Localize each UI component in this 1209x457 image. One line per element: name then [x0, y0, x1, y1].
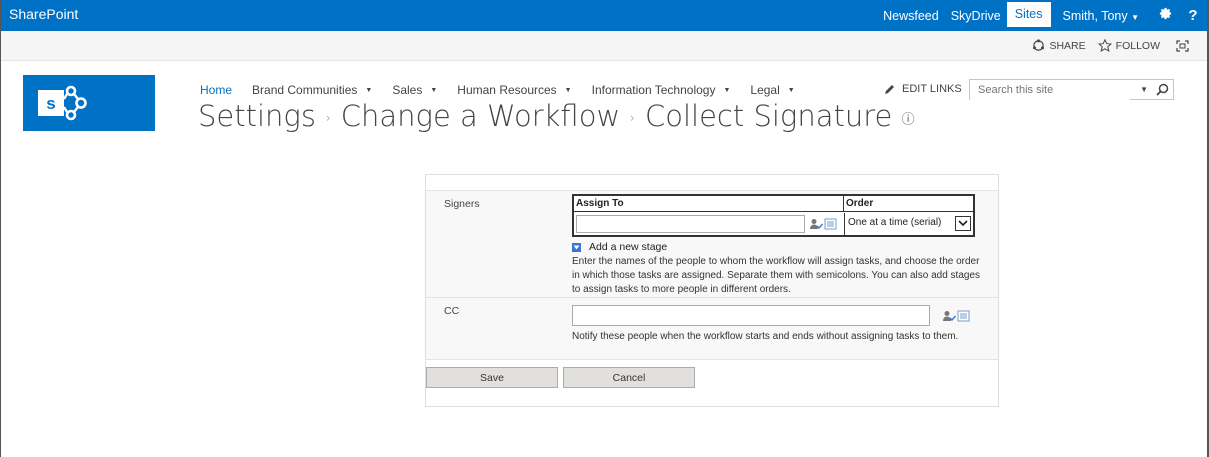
breadcrumb-change-workflow[interactable]: Change a Workflow: [341, 99, 620, 133]
order-select-value: One at a time (serial): [848, 217, 942, 228]
edit-links-button[interactable]: EDIT LINKS: [884, 83, 962, 95]
info-icon[interactable]: ⓘ: [902, 113, 915, 128]
assign-to-picker-icons: [809, 217, 837, 235]
chevron-down-icon: ▼: [723, 86, 731, 94]
follow-button[interactable]: FOLLOW: [1097, 39, 1160, 52]
focus-on-content-icon[interactable]: [1176, 39, 1193, 52]
breadcrumb-separator-icon: ›: [325, 111, 331, 125]
address-book-icon[interactable]: [824, 217, 837, 235]
sharepoint-brand-link[interactable]: SharePoint: [9, 6, 78, 22]
signers-description: Enter the names of the people to whom th…: [572, 256, 981, 295]
follow-label: FOLLOW: [1115, 39, 1160, 52]
page-title: Collect Signature: [644, 99, 893, 133]
cc-label: CC: [444, 305, 460, 317]
pencil-icon: [885, 85, 894, 94]
share-label: SHARE: [1049, 39, 1086, 52]
suite-link-newsfeed[interactable]: Newsfeed: [877, 9, 945, 23]
suite-link-skydrive[interactable]: SkyDrive: [945, 9, 1007, 23]
add-stage-label: Add a new stage: [589, 241, 668, 253]
save-button[interactable]: Save: [426, 367, 558, 388]
ribbon-row: SHARE FOLLOW: [1, 31, 1207, 61]
assign-to-input[interactable]: [576, 215, 805, 233]
address-book-icon[interactable]: [957, 309, 970, 327]
help-icon[interactable]: ?: [1179, 7, 1207, 24]
breadcrumb-separator-icon: ›: [630, 111, 635, 125]
suite-link-sites[interactable]: Sites: [1006, 2, 1051, 27]
form-row-cc: CC Notify these people when the workflow…: [426, 297, 998, 360]
search-box: ▼: [969, 79, 1174, 100]
nav-item-home[interactable]: Home: [200, 83, 232, 97]
assign-table: Assign To Order One at a time (serial): [572, 194, 975, 237]
cc-description: Notify these people when the workflow st…: [572, 331, 959, 342]
signers-label: Signers: [444, 198, 480, 210]
chevron-down-icon: ▼: [430, 86, 438, 94]
form-row-signers: Signers Assign To Order One at a time (s…: [426, 190, 998, 297]
chevron-down-icon: ▼: [564, 86, 572, 94]
nav-item-brand-communities[interactable]: Brand Communities ▼: [252, 83, 372, 97]
cc-input[interactable]: [572, 305, 930, 326]
suite-links: Newsfeed SkyDrive Sites Smith, Tony ▼ ?: [877, 0, 1207, 31]
nav-item-legal[interactable]: Legal ▼: [750, 83, 794, 97]
cancel-button[interactable]: Cancel: [563, 367, 695, 388]
cc-picker-icons: [942, 309, 970, 327]
nav-item-label: Human Resources: [457, 83, 557, 97]
user-name: Smith, Tony: [1062, 8, 1128, 23]
search-input[interactable]: [970, 80, 1130, 100]
assign-to-header: Assign To: [574, 196, 844, 212]
edit-links-label: EDIT LINKS: [902, 83, 962, 95]
check-names-icon[interactable]: [809, 217, 824, 235]
suite-bar: SharePoint Newsfeed SkyDrive Sites Smith…: [1, 0, 1207, 31]
chevron-down-icon: ▼: [365, 86, 373, 94]
nav-item-label: Home: [200, 83, 233, 97]
nav-item-sales[interactable]: Sales ▼: [392, 83, 437, 97]
search-icon[interactable]: [1156, 83, 1169, 101]
nav-item-information-technology[interactable]: Information Technology ▼: [592, 83, 731, 97]
breadcrumb: Settings › Change a Workflow › Collect Signa…: [198, 99, 915, 133]
svg-text:s: s: [46, 94, 55, 113]
site-logo[interactable]: s: [23, 75, 155, 131]
nav-item-label: Brand Communities: [252, 83, 358, 97]
top-navigation: Home Brand Communities ▼ Sales ▼ Human Res…: [200, 83, 815, 97]
chevron-down-icon[interactable]: [955, 216, 971, 231]
gear-icon[interactable]: [1151, 6, 1179, 25]
chevron-down-icon: ▼: [787, 86, 795, 94]
expand-arrow-icon: [572, 242, 581, 252]
add-stage-link[interactable]: Add a new stage: [572, 241, 667, 253]
search-scope-dropdown-icon[interactable]: ▼: [1140, 85, 1148, 94]
order-select[interactable]: One at a time (serial): [844, 213, 973, 235]
nav-item-human-resources[interactable]: Human Resources ▼: [457, 83, 571, 97]
nav-item-label: Legal: [750, 83, 780, 97]
share-icon: [1033, 39, 1045, 51]
ribbon-actions: SHARE FOLLOW: [1020, 39, 1193, 52]
browser-frame: SharePoint Newsfeed SkyDrive Sites Smith…: [0, 0, 1209, 457]
nav-item-label: Sales: [392, 83, 423, 97]
breadcrumb-settings[interactable]: Settings: [198, 99, 316, 133]
star-icon: [1097, 39, 1112, 52]
chevron-down-icon: ▼: [1131, 12, 1139, 22]
share-button[interactable]: SHARE: [1032, 39, 1086, 52]
user-menu[interactable]: Smith, Tony ▼: [1051, 9, 1151, 23]
workflow-form: Signers Assign To Order One at a time (s…: [425, 174, 999, 407]
order-header: Order: [844, 196, 973, 212]
check-names-icon[interactable]: [942, 309, 957, 327]
nav-item-label: Information Technology: [591, 83, 716, 97]
